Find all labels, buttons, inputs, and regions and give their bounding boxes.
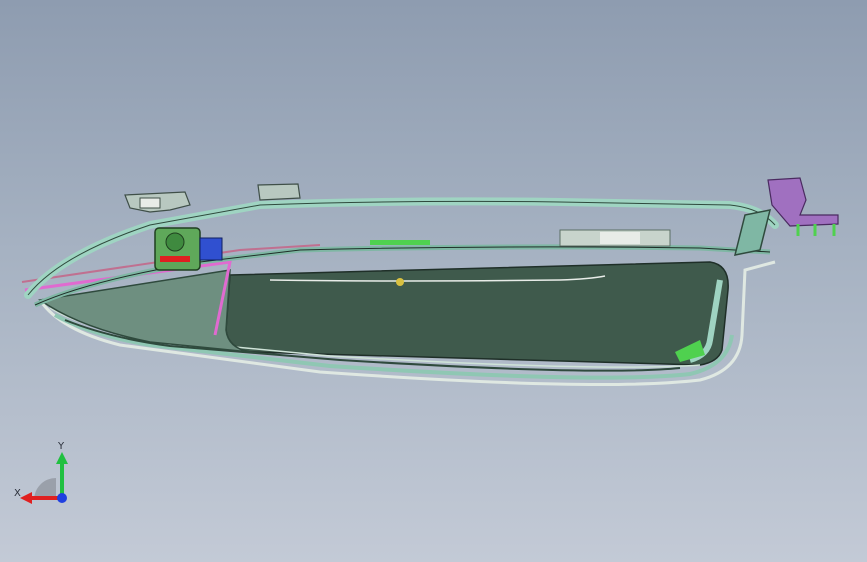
sunroof-assembly-model[interactable] (0, 0, 867, 562)
rear-mount-bracket[interactable] (767, 177, 839, 236)
triad-x-arrow (20, 492, 32, 504)
bracket-tab (139, 197, 161, 209)
axis-triad: Y X (14, 441, 68, 504)
rear-bracket-shape (767, 177, 839, 227)
motor-gear (165, 232, 185, 252)
glass-panel-body (225, 261, 729, 366)
triad-y-arrow (56, 452, 68, 464)
triad-x-label: X (14, 488, 21, 499)
front-mount-bracket[interactable] (124, 191, 191, 213)
rear-pillar (733, 209, 772, 256)
cad-3d-viewport[interactable]: Y X (0, 0, 867, 562)
triad-y-label: Y (57, 441, 65, 452)
motor-red-bracket (160, 256, 190, 262)
triad-z-axis (57, 493, 67, 503)
top-clip (257, 183, 301, 201)
green-strip-top (370, 240, 430, 245)
rear-mechanism-detail (600, 232, 640, 244)
motor-connector-blue (199, 237, 223, 261)
cable-clip (396, 278, 404, 286)
